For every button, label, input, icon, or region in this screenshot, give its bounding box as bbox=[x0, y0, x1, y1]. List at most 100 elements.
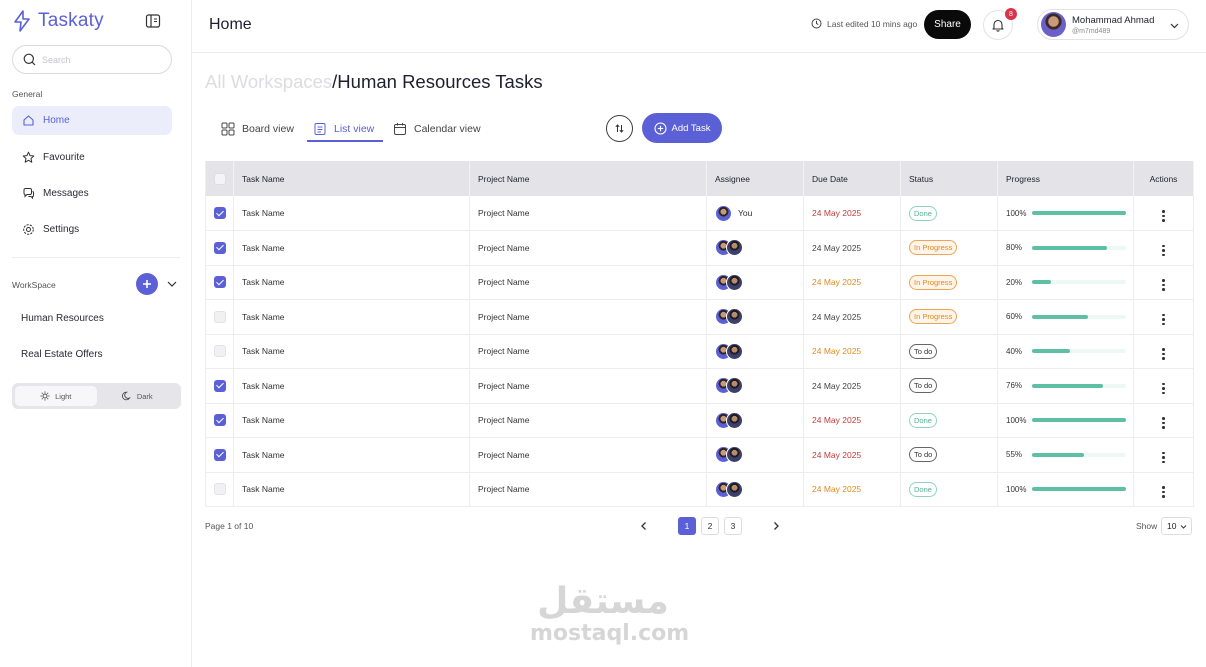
actions-cell bbox=[1133, 196, 1194, 231]
more-actions-icon[interactable] bbox=[1162, 382, 1165, 395]
row-checkbox[interactable] bbox=[213, 345, 226, 358]
add-task-button[interactable]: Add Task bbox=[642, 113, 722, 143]
tab-board-view[interactable]: Board view bbox=[221, 119, 294, 139]
row-checkbox[interactable] bbox=[213, 448, 226, 461]
avatar bbox=[726, 239, 743, 257]
task-name-cell[interactable]: Task Name bbox=[233, 196, 470, 231]
assignee-cell bbox=[706, 334, 804, 369]
row-checkbox[interactable] bbox=[213, 379, 226, 392]
theme-dark-option[interactable]: Dark bbox=[97, 386, 179, 406]
task-name-cell[interactable]: Task Name bbox=[233, 230, 470, 266]
actions-cell bbox=[1133, 437, 1194, 473]
table-row[interactable]: Task Name Project Name 24 May 2025 To do… bbox=[205, 334, 1194, 369]
column-header[interactable]: Due Date bbox=[803, 161, 901, 196]
prev-page-button[interactable] bbox=[636, 517, 652, 535]
row-checkbox[interactable] bbox=[213, 241, 226, 254]
tab-list-view[interactable]: List view bbox=[313, 119, 374, 139]
sidebar-collapse-icon[interactable] bbox=[145, 13, 161, 29]
add-workspace-button[interactable] bbox=[136, 273, 158, 295]
project-name-cell: Project Name bbox=[469, 437, 707, 473]
breadcrumb: All Workspaces/Human Resources Tasks bbox=[205, 71, 543, 93]
row-checkbox[interactable] bbox=[213, 483, 226, 496]
more-actions-icon[interactable] bbox=[1162, 210, 1165, 222]
share-button[interactable]: Share bbox=[924, 10, 971, 39]
page-button[interactable]: 2 bbox=[701, 517, 719, 535]
more-actions-icon[interactable] bbox=[1162, 451, 1165, 464]
page-button[interactable]: 3 bbox=[724, 517, 742, 535]
column-header[interactable]: Progress bbox=[997, 161, 1134, 196]
table-row[interactable]: Task Name Project Name 24 May 2025 In Pr… bbox=[205, 230, 1194, 266]
assignee-cell bbox=[706, 368, 804, 404]
progress-percent: 40% bbox=[1006, 346, 1023, 356]
progress-percent: 76% bbox=[1006, 381, 1023, 391]
row-select-cell bbox=[205, 334, 234, 369]
more-actions-icon[interactable] bbox=[1162, 244, 1165, 257]
due-date-cell: 24 May 2025 bbox=[803, 265, 901, 300]
search-input[interactable] bbox=[42, 54, 152, 65]
column-header[interactable]: Status bbox=[900, 161, 998, 196]
column-header[interactable]: Project Name bbox=[469, 161, 707, 196]
pagination: 1 2 3 bbox=[636, 517, 784, 535]
table-row[interactable]: Task Name Project Name 24 May 2025 To do… bbox=[205, 437, 1194, 473]
workspace-item-human-resources[interactable]: Human Resources bbox=[21, 313, 104, 324]
lightning-icon bbox=[14, 10, 30, 32]
select-all-checkbox[interactable] bbox=[213, 172, 226, 185]
theme-light-option[interactable]: Light bbox=[15, 386, 97, 406]
page-button[interactable]: 1 bbox=[678, 517, 696, 535]
app-logo[interactable]: Taskaty bbox=[12, 10, 104, 32]
last-edited-text: Last edited 10 mins ago bbox=[827, 18, 918, 29]
more-actions-icon[interactable] bbox=[1162, 348, 1165, 360]
table-row[interactable]: Task Name Project Name 24 May 2025 Done … bbox=[205, 403, 1194, 438]
nav-item-messages[interactable]: Messages bbox=[12, 179, 172, 208]
row-checkbox[interactable] bbox=[213, 207, 226, 219]
table-row[interactable]: Task Name Project Name 24 May 2025 In Pr… bbox=[205, 265, 1194, 300]
sort-button[interactable] bbox=[606, 115, 633, 142]
progress-bar-fill bbox=[1032, 211, 1126, 215]
column-header[interactable]: Task Name bbox=[233, 161, 470, 196]
table-row[interactable]: Task Name Project Name 24 May 2025 Done … bbox=[205, 472, 1194, 507]
progress-percent: 100% bbox=[1006, 415, 1027, 425]
progress-cell: 76% bbox=[997, 368, 1134, 404]
project-name-cell: Project Name bbox=[469, 368, 707, 404]
breadcrumb-parent[interactable]: All Workspaces bbox=[205, 71, 332, 92]
row-checkbox[interactable] bbox=[213, 310, 226, 323]
page-size-select[interactable]: 10 bbox=[1161, 517, 1193, 535]
project-name-cell: Project Name bbox=[469, 403, 707, 438]
workspace-item-real-estate[interactable]: Real Estate Offers bbox=[21, 349, 103, 360]
search-box[interactable] bbox=[12, 45, 172, 74]
task-name-cell[interactable]: Task Name bbox=[233, 437, 470, 473]
assignee-cell bbox=[706, 299, 804, 335]
task-name-cell[interactable]: Task Name bbox=[233, 472, 470, 507]
nav-item-settings[interactable]: Settings bbox=[12, 215, 172, 244]
status-badge: To do bbox=[909, 378, 938, 394]
table-row[interactable]: Task Name Project Name You 24 May 2025 D… bbox=[205, 196, 1194, 231]
chevron-left-icon bbox=[641, 522, 646, 530]
tab-calendar-view[interactable]: Calendar view bbox=[393, 119, 481, 139]
task-name-cell[interactable]: Task Name bbox=[233, 299, 470, 335]
more-actions-icon[interactable] bbox=[1162, 313, 1165, 326]
row-checkbox[interactable] bbox=[213, 414, 226, 427]
row-select-cell bbox=[205, 403, 234, 438]
more-actions-icon[interactable] bbox=[1162, 486, 1165, 498]
next-page-button[interactable] bbox=[768, 517, 784, 535]
chevron-down-icon[interactable] bbox=[166, 278, 178, 290]
task-name-cell[interactable]: Task Name bbox=[233, 265, 470, 300]
nav-item-home[interactable]: Home bbox=[12, 106, 172, 135]
user-handle: @m7md489 bbox=[1072, 27, 1111, 35]
nav-item-favourite[interactable]: Favourite bbox=[12, 143, 172, 172]
more-actions-icon[interactable] bbox=[1162, 417, 1165, 429]
task-name-cell[interactable]: Task Name bbox=[233, 403, 470, 438]
task-name-cell[interactable]: Task Name bbox=[233, 334, 470, 369]
theme-dark-label: Dark bbox=[136, 391, 153, 401]
due-date-cell: 24 May 2025 bbox=[803, 230, 901, 266]
watermark: مستقل mostaql.com bbox=[530, 582, 689, 646]
due-date-cell: 24 May 2025 bbox=[803, 196, 901, 231]
column-header[interactable]: Assignee bbox=[706, 161, 804, 196]
row-checkbox[interactable] bbox=[213, 276, 226, 289]
task-name-cell[interactable]: Task Name bbox=[233, 368, 470, 404]
table-row[interactable]: Task Name Project Name 24 May 2025 In Pr… bbox=[205, 299, 1194, 335]
more-actions-icon[interactable] bbox=[1162, 279, 1165, 291]
user-menu[interactable]: Mohammad Ahmad @m7md489 bbox=[1037, 9, 1189, 40]
row-select-cell bbox=[205, 472, 234, 507]
table-row[interactable]: Task Name Project Name 24 May 2025 To do… bbox=[205, 368, 1194, 404]
